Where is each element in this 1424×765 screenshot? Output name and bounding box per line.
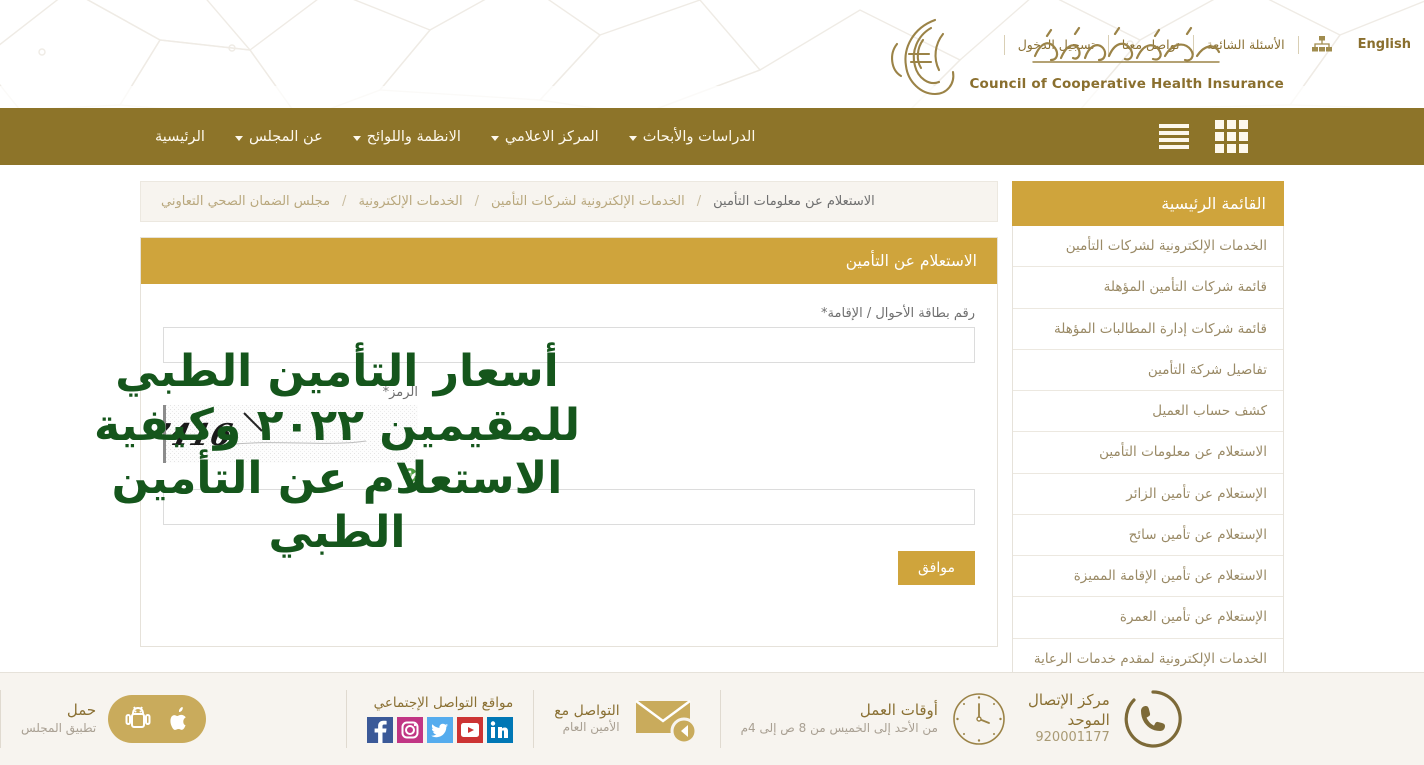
contact-line1: التواصل مع (554, 703, 620, 720)
footer-social: مواقع التواصل الإجتماعي (346, 690, 533, 748)
page-root: تسجيل الدخول تواصل معنا الأسئلة الشائعة … (0, 0, 1424, 765)
callcenter-number: 920001177 (1035, 730, 1110, 746)
grid-icon[interactable] (1215, 120, 1248, 153)
nav-item-about-council-label: عن المجلس (248, 128, 323, 145)
main-column: مجلس الضمان الصحي التعاوني / الخدمات الإ… (140, 181, 998, 700)
nav-item-regulations[interactable]: الانظمة واللوائح (338, 129, 476, 145)
captcha-glyphs: 257416 (166, 405, 418, 463)
sidebar-item-umrah-insurance-inquiry[interactable]: الإستعلام عن تأمين العمرة (1013, 597, 1283, 639)
callcenter-text: مركز الإتصال الموحد 920001177 (1028, 691, 1110, 747)
social-icon-row (367, 717, 514, 744)
sidebar-item-einsurance-services[interactable]: الخدمات الإلكترونية لشركات التأمين (1013, 226, 1283, 268)
breadcrumb-item-insurer-eservices[interactable]: الخدمات الإلكترونية لشركات التأمين (491, 194, 685, 209)
site-header: تسجيل الدخول تواصل معنا الأسئلة الشائعة … (0, 0, 1424, 108)
topnav-item-english[interactable]: English (1345, 35, 1424, 55)
app-badges[interactable] (108, 695, 207, 743)
site-footer: حمل تطبيق المجلس مواقع التواصل الإجتماعي… (0, 672, 1424, 765)
sidebar-list: الخدمات الإلكترونية لشركات التأمين قائمة… (1012, 226, 1284, 700)
chevron-down-icon (490, 135, 499, 141)
callcenter-line1: مركز الإتصال (1027, 691, 1110, 710)
contact-text: التواصل مع الأمين العام (554, 702, 619, 736)
nav-item-studies-research[interactable]: الدراسات والأبحاث (614, 129, 771, 145)
breadcrumb-item-eservices[interactable]: الخدمات الإلكترونية (358, 194, 462, 209)
youtube-icon[interactable] (457, 717, 484, 744)
sidebar-item-insurer-details[interactable]: تفاصيل شركة التأمين (1013, 350, 1283, 391)
instagram-icon[interactable] (397, 717, 424, 744)
main-navigation-items: الرئيسية عن المجلس الانظمة واللوائح المر… (140, 129, 770, 145)
sidebar-item-qualified-insurers[interactable]: قائمة شركات التأمين المؤهلة (1013, 267, 1283, 309)
submit-button[interactable]: موافق (898, 551, 975, 585)
hamburger-icon[interactable] (1159, 124, 1189, 149)
breadcrumb-separator: / (696, 194, 702, 209)
captcha-input[interactable] (163, 489, 975, 525)
breadcrumb-item-council[interactable]: مجلس الضمان الصحي التعاوني (161, 194, 330, 209)
social-title: مواقع التواصل الإجتماعي (373, 694, 514, 711)
captcha-image: 257416 (163, 405, 418, 463)
android-icon[interactable] (124, 704, 152, 734)
logo-emblem-icon (891, 18, 955, 96)
inquiry-panel: الاستعلام عن التأمين رقم بطاقة الأحوال /… (140, 237, 998, 647)
main-navigation: الرئيسية عن المجلس الانظمة واللوائح المر… (0, 108, 1424, 165)
topnav-item-sitemap[interactable] (1297, 36, 1345, 54)
submit-row: موافق (163, 551, 975, 585)
linkedin-icon[interactable] (487, 717, 514, 744)
sidebar-item-client-statement[interactable]: كشف حساب العميل (1013, 391, 1283, 433)
panel-title: الاستعلام عن التأمين (141, 238, 997, 284)
panel-body: رقم بطاقة الأحوال / الإقامة* الرمز* 2574… (141, 284, 997, 646)
footer-contact: التواصل مع الأمين العام (533, 690, 719, 748)
callcenter-line2: الموحد (1067, 710, 1110, 729)
nav-item-home[interactable]: الرئيسية (140, 129, 220, 145)
refresh-icon[interactable] (402, 467, 418, 483)
sidebar-item-qualified-claims-companies[interactable]: قائمة شركات إدارة المطالبات المؤهلة (1013, 309, 1283, 350)
social-block: مواقع التواصل الإجتماعي (367, 694, 514, 744)
logo-arabic-calligraphy (1032, 26, 1220, 63)
content-area: القائمة الرئيسية الخدمات الإلكترونية لشر… (0, 165, 1424, 700)
logo-english-text: Council of Cooperative Health Insurance (969, 76, 1284, 92)
captcha-block: الرمز* 257416 (163, 385, 418, 483)
id-number-input[interactable] (163, 327, 975, 363)
sidebar-item-insurance-info-inquiry[interactable]: الاستعلام عن معلومات التأمين (1013, 432, 1283, 474)
sidebar-title: القائمة الرئيسية (1012, 181, 1284, 226)
nav-item-studies-research-label: الدراسات والأبحاث (642, 128, 756, 145)
app-download-text: حمل تطبيق المجلس (21, 701, 96, 736)
nav-item-regulations-label: الانظمة واللوائح (366, 128, 461, 145)
hours-line2: من الأحد إلى الخميس من 8 ص إلى 4م (740, 720, 938, 735)
facebook-icon[interactable] (367, 717, 394, 744)
breadcrumb-separator: / (342, 194, 347, 209)
breadcrumb-item-current: الاستعلام عن معلومات التأمين (713, 194, 875, 209)
app-download-line2: تطبيق المجلس (21, 720, 97, 735)
id-field-label: رقم بطاقة الأحوال / الإقامة* (821, 306, 975, 321)
nav-icon-group (1159, 120, 1248, 153)
chevron-down-icon (628, 135, 637, 141)
sidebar-item-premium-residency-inquiry[interactable]: الاستعلام عن تأمين الإقامة المميزة (1013, 556, 1283, 598)
envelope-icon[interactable] (632, 693, 700, 745)
sitemap-icon (1311, 36, 1332, 52)
hours-text: أوقات العمل من الأحد إلى الخميس من 8 ص إ… (741, 701, 938, 736)
captcha-label: الرمز* (382, 385, 418, 400)
svg-text:257416: 257416 (166, 418, 235, 453)
footer-app-download: حمل تطبيق المجلس (0, 690, 346, 748)
twitter-icon[interactable] (427, 717, 454, 744)
sidebar: القائمة الرئيسية الخدمات الإلكترونية لشر… (1012, 181, 1284, 700)
sidebar-item-visitor-insurance-inquiry[interactable]: الإستعلام عن تأمين الزائر (1013, 474, 1283, 515)
app-download-line1: حمل (66, 701, 97, 720)
chevron-down-icon (234, 135, 243, 141)
captcha-row: الرمز* 257416 (163, 385, 975, 483)
nav-item-about-council[interactable]: عن المجلس (220, 129, 338, 145)
nav-item-media-center[interactable]: المركز الاعلامي (476, 129, 614, 145)
nav-item-home-label: الرئيسية (155, 128, 205, 145)
contact-line2: الأمين العام (562, 720, 620, 735)
apple-icon[interactable] (164, 704, 190, 734)
clock-icon (953, 693, 1005, 745)
nav-item-media-center-label: المركز الاعلامي (504, 128, 599, 145)
footer-callcenter: مركز الإتصال الموحد 920001177 (1028, 690, 1204, 748)
sidebar-item-tourist-insurance-inquiry[interactable]: الإستعلام عن تأمين سائح (1013, 515, 1283, 556)
footer-hours: أوقات العمل من الأحد إلى الخميس من 8 ص إ… (719, 690, 1028, 748)
phone-icon (1124, 690, 1182, 748)
hours-line1: أوقات العمل (859, 701, 938, 720)
chevron-down-icon (352, 135, 361, 141)
breadcrumb-separator: / (474, 194, 479, 209)
breadcrumb: مجلس الضمان الصحي التعاوني / الخدمات الإ… (140, 181, 998, 222)
site-logo[interactable]: Council of Cooperative Health Insurance (873, 14, 1284, 100)
